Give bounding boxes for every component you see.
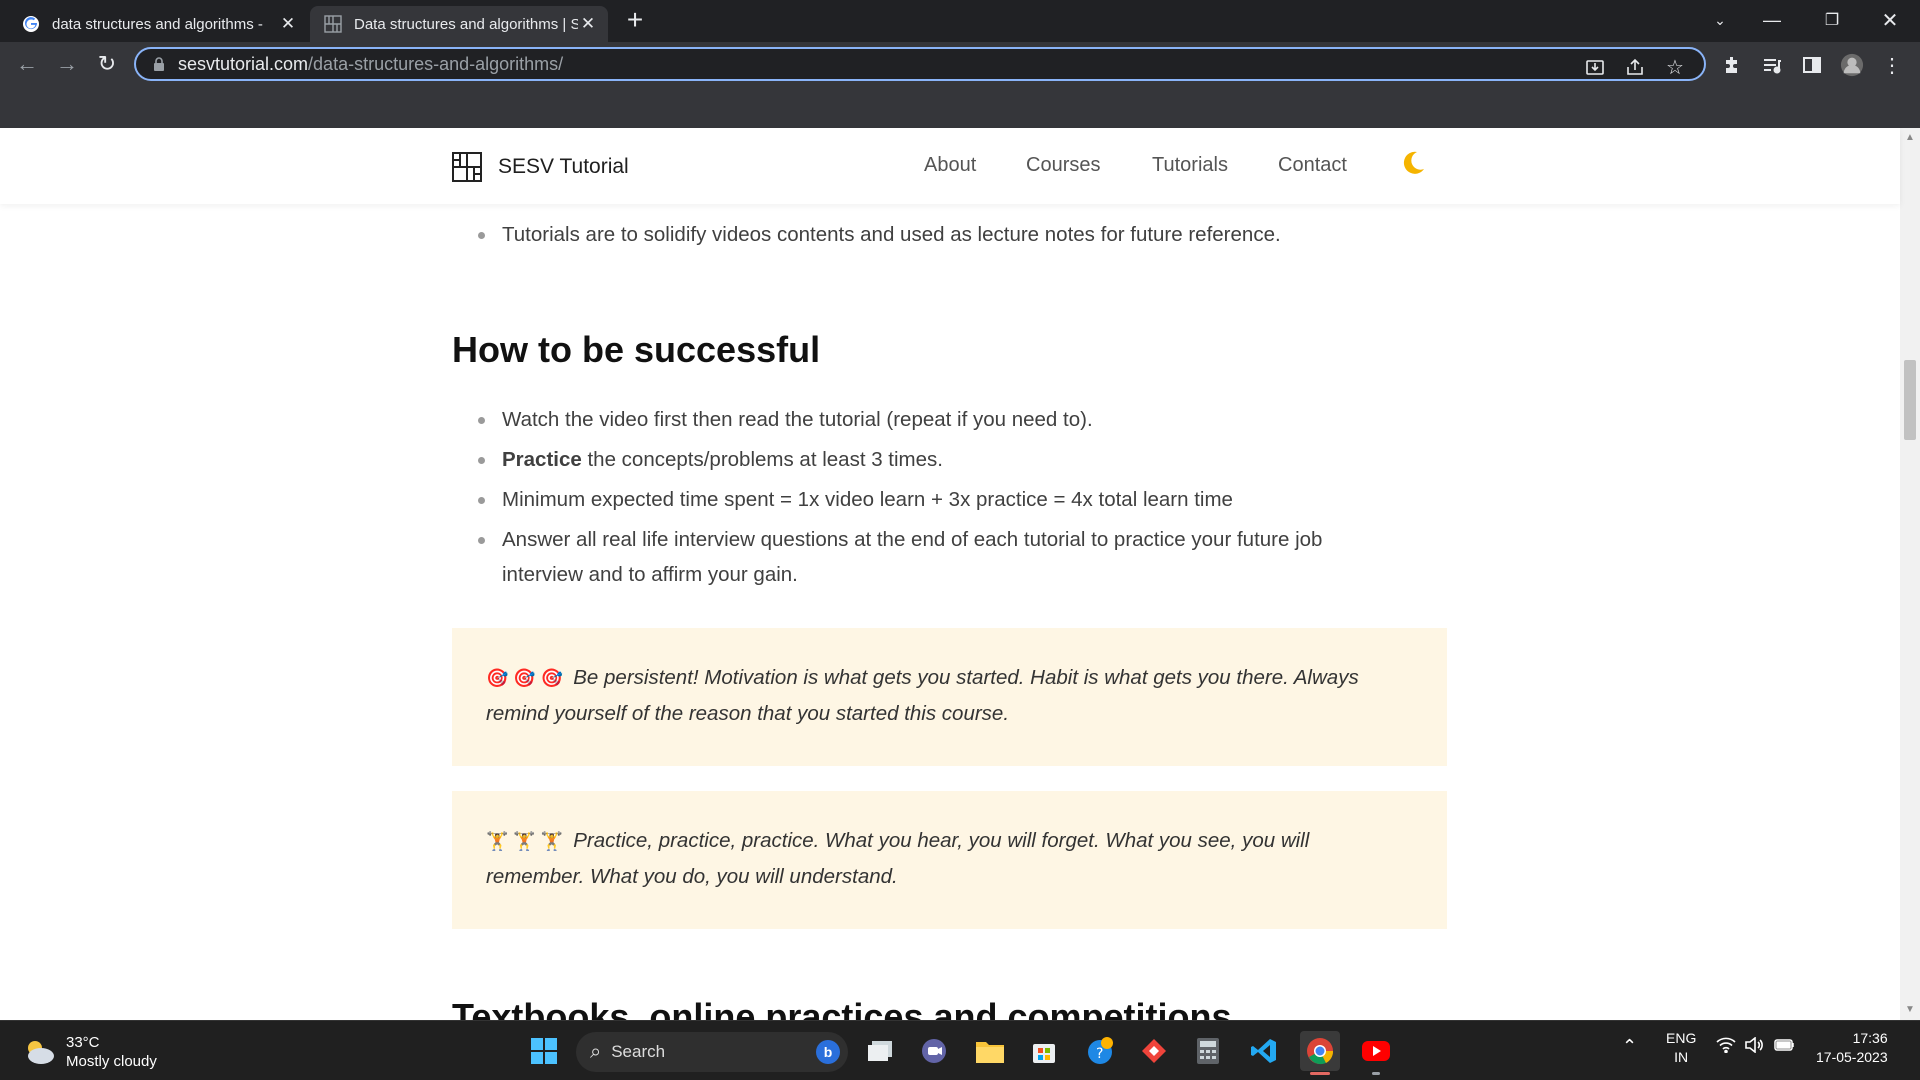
site-header: SESV Tutorial About Courses Tutorials Co… — [0, 128, 1900, 204]
battery-icon[interactable] — [1774, 1037, 1796, 1058]
language-code: ENG — [1666, 1030, 1697, 1046]
running-indicator — [1372, 1072, 1380, 1075]
anydesk-icon[interactable] — [1134, 1031, 1174, 1071]
profile-avatar[interactable] — [1840, 53, 1864, 77]
reload-icon[interactable]: ↻ — [92, 49, 122, 79]
close-icon[interactable]: ✕ — [578, 14, 598, 34]
weather-desc: Mostly cloudy — [66, 1053, 157, 1070]
region-code: IN — [1674, 1049, 1689, 1065]
nav-tutorials[interactable]: Tutorials — [1152, 154, 1228, 177]
lock-icon[interactable] — [150, 55, 168, 73]
list-item: Practice the concepts/problems at least … — [452, 442, 1402, 477]
article-content: Tutorials are to solidify videos content… — [0, 204, 1900, 1020]
vscode-icon[interactable] — [1244, 1031, 1284, 1071]
list-item: Answer all real life interview questions… — [452, 522, 1402, 592]
calculator-icon[interactable] — [1188, 1031, 1228, 1071]
brand[interactable]: SESV Tutorial — [452, 152, 629, 182]
next-section-heading: Textbooks, online practices and competit… — [452, 996, 1232, 1020]
search-icon: ⌕ — [590, 1040, 602, 1063]
site-logo-icon — [452, 152, 482, 182]
task-view-icon[interactable] — [860, 1031, 900, 1071]
nav-courses[interactable]: Courses — [1026, 154, 1100, 177]
windows-taskbar: 33°C Mostly cloudy ⌕ Search b ? ⌃ ENG IN… — [0, 1020, 1920, 1080]
url-path: /data-structures-and-algorithms/ — [308, 53, 564, 74]
search-label: Search — [611, 1042, 666, 1061]
minimize-button[interactable]: — — [1748, 0, 1796, 40]
url-text[interactable]: sesvtutorial.com/data-structures-and-alg… — [178, 54, 563, 75]
extensions-icon[interactable] — [1720, 53, 1744, 77]
callout-text: Practice, practice, practice. What you h… — [486, 829, 1310, 888]
site-logo-icon — [324, 15, 342, 33]
tab-title: Data structures and algorithms | S — [354, 15, 578, 33]
scrollbar-thumb[interactable] — [1904, 360, 1916, 440]
weather-widget[interactable]: 33°C Mostly cloudy — [22, 1033, 157, 1071]
get-help-icon[interactable]: ? — [1080, 1031, 1120, 1071]
bookmark-star-icon[interactable]: ☆ — [1664, 56, 1686, 79]
callout-text: Be persistent! Motivation is what gets y… — [486, 666, 1359, 725]
weightlifter-icon: 🏋 🏋 🏋 — [486, 831, 564, 851]
tab-search-icon[interactable]: ⌄ — [1696, 0, 1744, 40]
weather-temp: 33°C — [66, 1034, 100, 1051]
file-explorer-icon[interactable] — [970, 1031, 1010, 1071]
microsoft-store-icon[interactable] — [1024, 1031, 1064, 1071]
cloud-icon — [28, 1041, 54, 1064]
wifi-icon[interactable] — [1716, 1037, 1736, 1058]
list-item-text: the concepts/problems at least 3 times. — [581, 448, 943, 471]
dark-mode-toggle-icon[interactable] — [1400, 150, 1426, 183]
tab-title: data structures and algorithms - — [52, 15, 263, 33]
taskbar-search[interactable]: ⌕ Search b — [576, 1032, 848, 1072]
google-icon — [22, 15, 40, 33]
share-icon[interactable] — [1624, 56, 1646, 78]
scroll-down-icon[interactable]: ▼ — [1905, 1004, 1915, 1015]
active-indicator — [1310, 1072, 1330, 1075]
callout-box: 🎯 🎯 🎯 Be persistent! Motivation is what g… — [452, 628, 1447, 766]
show-hidden-icons-chevron-icon[interactable]: ⌃ — [1622, 1037, 1637, 1056]
side-panel-icon[interactable] — [1800, 53, 1824, 77]
url-host: sesvtutorial.com — [178, 53, 309, 74]
site-name: SESV Tutorial — [498, 155, 629, 178]
restore-button[interactable]: ❐ — [1808, 0, 1856, 40]
nav-about[interactable]: About — [924, 154, 976, 177]
teams-chat-icon[interactable] — [914, 1031, 954, 1071]
list-item: Tutorials are to solidify videos content… — [452, 217, 1452, 252]
clock-date: 17-05-2023 — [1816, 1049, 1888, 1065]
close-icon[interactable]: ✕ — [278, 14, 298, 34]
tab-sesv-tutorial[interactable]: Data structures and algorithms | S ✕ — [310, 6, 608, 42]
bing-icon[interactable]: b — [816, 1040, 840, 1064]
list-item: Minimum expected time spent = 1x video l… — [452, 482, 1402, 517]
bookmark-bar — [0, 86, 1920, 128]
callout-box: 🏋 🏋 🏋 Practice, practice, practice. What … — [452, 791, 1447, 929]
section-heading: How to be successful — [452, 329, 821, 370]
close-window-button[interactable]: ✕ — [1866, 0, 1914, 40]
browser-tab-bar: data structures and algorithms - ✕ Data … — [0, 0, 1920, 42]
target-icon: 🎯 🎯 🎯 — [486, 668, 564, 688]
clock-time: 17:36 — [1852, 1030, 1888, 1046]
back-icon[interactable]: ← — [12, 49, 42, 79]
bold-keyword: Practice — [502, 448, 582, 471]
chrome-icon[interactable] — [1300, 1031, 1340, 1075]
volume-icon[interactable] — [1744, 1036, 1764, 1058]
language-indicator[interactable]: ENG IN — [1666, 1029, 1696, 1067]
nav-contact[interactable]: Contact — [1278, 154, 1347, 177]
install-app-icon[interactable] — [1584, 56, 1606, 78]
svg-text:?: ? — [1096, 1046, 1103, 1062]
list-item: Watch the video first then read the tuto… — [452, 402, 1402, 437]
new-tab-button[interactable]: + — [620, 6, 650, 36]
tab-google-search[interactable]: data structures and algorithms - ✕ — [8, 6, 308, 42]
forward-icon[interactable]: → — [52, 49, 82, 79]
windows-start-icon[interactable] — [524, 1031, 564, 1071]
address-bar[interactable]: sesvtutorial.com/data-structures-and-alg… — [134, 47, 1706, 81]
media-control-icon[interactable] — [1760, 53, 1784, 77]
scroll-up-icon[interactable]: ▲ — [1905, 132, 1915, 143]
success-tips-list: Watch the video first then read the tuto… — [452, 402, 1402, 597]
clock[interactable]: 17:36 17-05-2023 — [1816, 1029, 1888, 1067]
intro-list: Tutorials are to solidify videos content… — [452, 217, 1452, 252]
youtube-icon[interactable] — [1356, 1031, 1396, 1075]
page-scrollbar[interactable]: ▲ ▼ — [1900, 128, 1920, 1020]
browser-toolbar: ← → ↻ sesvtutorial.com/data-structures-a… — [0, 42, 1920, 86]
menu-kebab-icon[interactable]: ⋮ — [1880, 53, 1904, 77]
